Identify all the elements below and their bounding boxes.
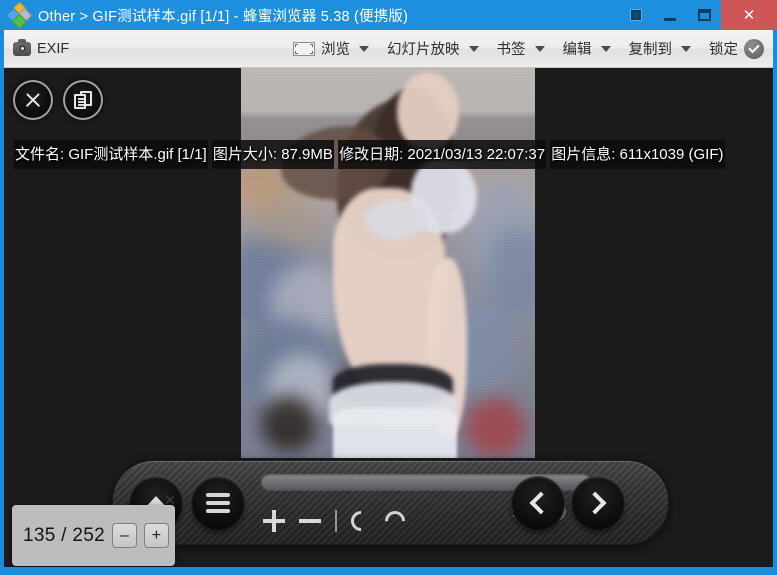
chevron-down-icon — [468, 45, 479, 52]
bottom-control-bar: 锁定 — [112, 460, 669, 545]
fit-screen-icon — [293, 41, 315, 56]
close-window-button[interactable]: ✕ — [721, 0, 777, 30]
minimize-icon[interactable] — [653, 3, 687, 27]
page-counter-value: 135 / 252 — [23, 524, 105, 546]
toolbar-browse-label: 浏览 — [321, 42, 350, 58]
window-border-bottom — [0, 567, 777, 575]
zoom-in-button[interactable] — [263, 510, 285, 532]
app-window: Other > GIF测试样本.gif [1/1] - 蜂蜜浏览器 5.38 (… — [0, 0, 777, 575]
toolbar-lock-label: 锁定 — [709, 42, 738, 58]
app-diamond-logo-icon — [5, 1, 33, 30]
image-info-overlay: 文件名: GIF测试样本.gif [1/1] 图片大小: 87.9MB 修改日期… — [14, 140, 725, 169]
menu-button[interactable] — [191, 476, 245, 530]
restore-window-icon[interactable] — [619, 3, 653, 27]
previous-image-button[interactable] — [511, 476, 565, 530]
main-toolbar: EXIF 浏览 幻灯片放映 书签 编辑 复制到 锁定 — [4, 30, 773, 68]
window-border-left — [0, 30, 4, 575]
info-modified: 修改日期: 2021/03/13 22:07:37 — [338, 140, 547, 169]
toolbar-lock-toggle[interactable]: 锁定 — [700, 32, 773, 66]
displayed-image[interactable] — [241, 68, 535, 458]
window-title: Other > GIF测试样本.gif [1/1] - 蜂蜜浏览器 5.38 (… — [38, 8, 409, 25]
rotate-left-button[interactable] — [346, 506, 376, 536]
info-filesize: 图片大小: 87.9MB — [211, 140, 334, 169]
page-counter-popup[interactable]: 135 / 252 – + ✕ — [12, 493, 176, 566]
minimize-glyph — [664, 17, 676, 21]
viewer-close-button[interactable] — [13, 80, 53, 120]
chevron-left-icon — [529, 491, 553, 515]
toolbar-edit-menu[interactable]: 编辑 — [554, 32, 620, 66]
rotate-right-button[interactable] — [380, 506, 410, 536]
next-image-button[interactable] — [571, 476, 625, 530]
maximize-icon[interactable] — [687, 3, 721, 27]
restore-glyph — [631, 10, 641, 20]
check-circle-icon — [744, 38, 764, 59]
page-counter-close-icon[interactable]: ✕ — [162, 493, 178, 509]
zoom-out-button[interactable] — [299, 519, 321, 523]
hamburger-menu-icon — [206, 489, 230, 517]
chevron-right-icon — [583, 491, 607, 515]
toolbar-copyto-menu[interactable]: 复制到 — [620, 32, 701, 66]
window-border-right — [773, 30, 777, 575]
toolbar-exif-button[interactable]: EXIF — [4, 32, 78, 66]
chevron-down-icon — [534, 45, 545, 52]
title-bar[interactable]: Other > GIF测试样本.gif [1/1] - 蜂蜜浏览器 5.38 (… — [0, 0, 777, 30]
camera-icon — [13, 38, 31, 56]
page-counter-decrement[interactable]: – — [111, 523, 137, 548]
toolbar-edit-label: 编辑 — [562, 42, 592, 58]
toolbar-copyto-label: 复制到 — [628, 42, 673, 58]
tool-divider — [335, 510, 337, 532]
close-x-icon — [24, 91, 42, 109]
copy-pages-icon — [74, 91, 92, 109]
chevron-down-icon — [681, 45, 691, 52]
toolbar-slideshow-menu[interactable]: 幻灯片放映 — [378, 32, 488, 66]
image-viewer[interactable]: 文件名: GIF测试样本.gif [1/1] 图片大小: 87.9MB 修改日期… — [4, 68, 773, 567]
chevron-down-icon — [359, 45, 369, 52]
toolbar-bookmark-menu[interactable]: 书签 — [488, 32, 554, 66]
toolbar-bookmark-label: 书签 — [496, 42, 526, 58]
viewer-copy-button[interactable] — [63, 80, 103, 120]
page-counter-increment[interactable]: + — [143, 523, 169, 548]
info-filename: 文件名: GIF测试样本.gif [1/1] — [14, 140, 208, 169]
toolbar-slideshow-label: 幻灯片放映 — [387, 42, 460, 58]
chevron-down-icon — [600, 45, 611, 52]
image-grain-overlay — [241, 68, 535, 458]
info-imageinfo: 图片信息: 611x1039 (GIF) — [550, 140, 725, 169]
toolbar-exif-label: EXIF — [37, 40, 70, 57]
toolbar-browse-menu[interactable]: 浏览 — [284, 32, 378, 66]
control-tools — [263, 501, 513, 541]
maximize-glyph — [697, 9, 711, 21]
